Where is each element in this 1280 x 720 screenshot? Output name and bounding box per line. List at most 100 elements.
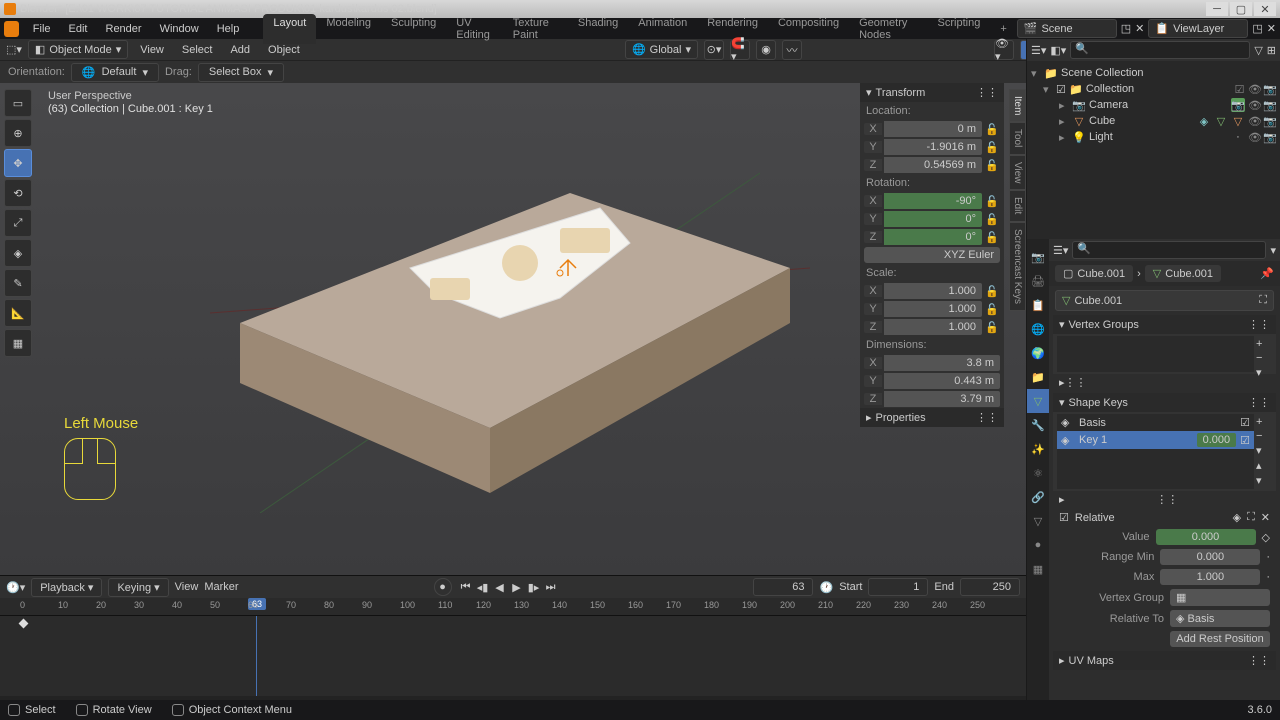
ptab-object-data[interactable]: ▽ [1027,389,1049,413]
sk-menu[interactable]: ▾ [1256,444,1270,457]
menu-object[interactable]: Object [262,42,306,58]
timeline-type[interactable]: 🕐▾ [6,581,25,594]
ptab-world[interactable]: 🌍 [1027,341,1049,365]
sk-anim-icon[interactable]: ⛶ [1247,511,1255,524]
crumb-obj[interactable]: ▢Cube.001 [1055,265,1133,282]
filter-icon[interactable]: ▽ [1254,44,1262,57]
sk-key1[interactable]: ◈Key 10.000☑ [1057,431,1254,449]
sidetab-screencast-keys[interactable]: Screencast Keys [1009,222,1026,311]
menu-edit[interactable]: Edit [61,21,96,37]
ptab-render[interactable]: 📷 [1027,245,1049,269]
sk-relto[interactable]: ◈ Basis [1170,610,1270,627]
outliner-search[interactable]: 🔍 [1070,41,1250,59]
end-frame[interactable]: 250 [960,578,1020,596]
tool-addcube[interactable]: ▦ [4,329,32,357]
ptab-viewlayer[interactable]: 📋 [1027,293,1049,317]
ptab-mesh[interactable]: ▽ [1027,509,1049,533]
sk-up[interactable]: ▴ [1256,459,1270,472]
new-vl[interactable]: ◳ [1252,22,1262,35]
vg-menu[interactable]: ▾ [1256,366,1270,379]
editor-type-icon[interactable]: ⬚▾ [6,43,22,56]
viewport-3d[interactable]: User Perspective (63) Collection | Cube.… [0,83,1026,575]
dim-z[interactable]: 3.79 m [884,391,1000,407]
scl-y[interactable]: 1.000 [884,301,982,317]
relative-check[interactable]: Relative [1075,512,1115,524]
tree-collection[interactable]: ▾☑📁Collection☑👁📷 [1029,81,1278,97]
scl-x[interactable]: 1.000 [884,283,982,299]
menu-file[interactable]: File [25,21,59,37]
del-vl[interactable]: ✕ [1267,22,1276,35]
crumb-mesh[interactable]: ▽Cube.001 [1145,265,1221,282]
dim-y[interactable]: 0.443 m [884,373,1000,389]
sk-min[interactable]: 0.000 [1160,549,1260,565]
sk-x-icon[interactable]: ✕ [1261,511,1270,524]
ptab-material[interactable]: ● [1027,533,1049,557]
uv-maps-header[interactable]: ▸UV Maps⋮⋮ [1053,651,1276,670]
menu-help[interactable]: Help [209,21,248,37]
curve-icon[interactable]: 〰 [782,40,802,60]
ptab-output[interactable]: 🖨 [1027,269,1049,293]
vg-del[interactable]: − [1256,352,1270,364]
close-button[interactable]: ✕ [1254,2,1276,16]
tab-scripting[interactable]: Scripting [928,14,991,44]
rot-x[interactable]: -90° [884,193,982,209]
props-opt[interactable]: ▾ [1270,244,1276,257]
dim-x[interactable]: 3.8 m [884,355,1000,371]
play-rev[interactable]: ◀ [492,579,508,595]
new-coll-icon[interactable]: ⊞ [1267,44,1276,57]
sk-edit-icon[interactable]: ◈ [1233,511,1241,524]
timeline-ruler[interactable]: 63 0102030405060708090100110120130140150… [0,598,1026,616]
jump-start[interactable]: ⏮ [458,579,474,595]
outliner-display[interactable]: ◧▾ [1050,44,1066,57]
tl-view[interactable]: View [175,581,199,593]
props-search[interactable]: 🔍 [1072,241,1266,259]
ptab-texture[interactable]: ▦ [1027,557,1049,581]
menu-window[interactable]: Window [152,21,207,37]
keyframe-marker[interactable] [19,619,29,629]
tree-scene-collection[interactable]: ▾📁Scene Collection [1029,65,1278,81]
ptab-modifier[interactable]: 🔧 [1027,413,1049,437]
add-workspace[interactable]: + [992,20,1014,38]
mesh-name[interactable]: ▽Cube.001⛶ [1055,290,1274,311]
rot-y[interactable]: 0° [884,211,982,227]
loc-x[interactable]: 0 m [884,121,982,137]
keying-dd[interactable]: Keying ▾ [108,578,168,597]
sidetab-view[interactable]: View [1009,155,1026,191]
play[interactable]: ▶ [509,579,525,595]
tool-select[interactable]: ▭ [4,89,32,117]
tree-light[interactable]: ▸💡Light·👁📷 [1029,129,1278,145]
vis-icon[interactable]: 👁▾ [994,40,1014,60]
tl-marker[interactable]: Marker [204,581,238,593]
sk-del[interactable]: − [1256,430,1270,442]
scene-selector[interactable]: 🎬Scene [1017,19,1117,38]
tab-sculpting[interactable]: Sculpting [381,14,446,44]
maximize-button[interactable]: ▢ [1230,2,1252,16]
keyframe-prev[interactable]: ◂▮ [475,579,491,595]
sk-vgroup[interactable]: ▦ [1170,589,1270,606]
tree-cube[interactable]: ▸▽Cube◈▽▽👁📷 [1029,113,1278,129]
autokey-icon[interactable]: ● [434,578,452,596]
transform-section[interactable]: ▾Transform⋮⋮ [860,83,1004,102]
rot-z[interactable]: 0° [884,229,982,245]
blender-logo[interactable] [4,21,19,37]
add-rest-button[interactable]: Add Rest Position [1170,631,1270,647]
sidetab-item[interactable]: Item [1009,89,1026,122]
tool-cursor[interactable]: ⊕ [4,119,32,147]
shape-keys-header[interactable]: ▾Shape Keys⋮⋮ [1053,393,1276,412]
tool-rotate[interactable]: ⟲ [4,179,32,207]
scl-z[interactable]: 1.000 [884,319,982,335]
ptab-constraint[interactable]: 🔗 [1027,485,1049,509]
orientation-global[interactable]: 🌐Global▾ [625,40,698,59]
tab-animation[interactable]: Animation [628,14,697,44]
lock-icon[interactable]: 🔓 [984,123,1000,136]
ptab-scene[interactable]: 🌐 [1027,317,1049,341]
preview-range[interactable]: 🕐 [819,581,833,594]
sidetab-tool[interactable]: Tool [1009,122,1026,154]
propedit-icon[interactable]: ◉ [756,40,776,60]
tab-shading[interactable]: Shading [568,14,628,44]
keyframe-icon[interactable]: ◇ [1262,531,1270,544]
sk-basis[interactable]: ◈Basis☑ [1057,414,1254,431]
tab-modeling[interactable]: Modeling [316,14,381,44]
tab-texture-paint[interactable]: Texture Paint [503,14,568,44]
del-scene[interactable]: ✕ [1135,22,1144,35]
